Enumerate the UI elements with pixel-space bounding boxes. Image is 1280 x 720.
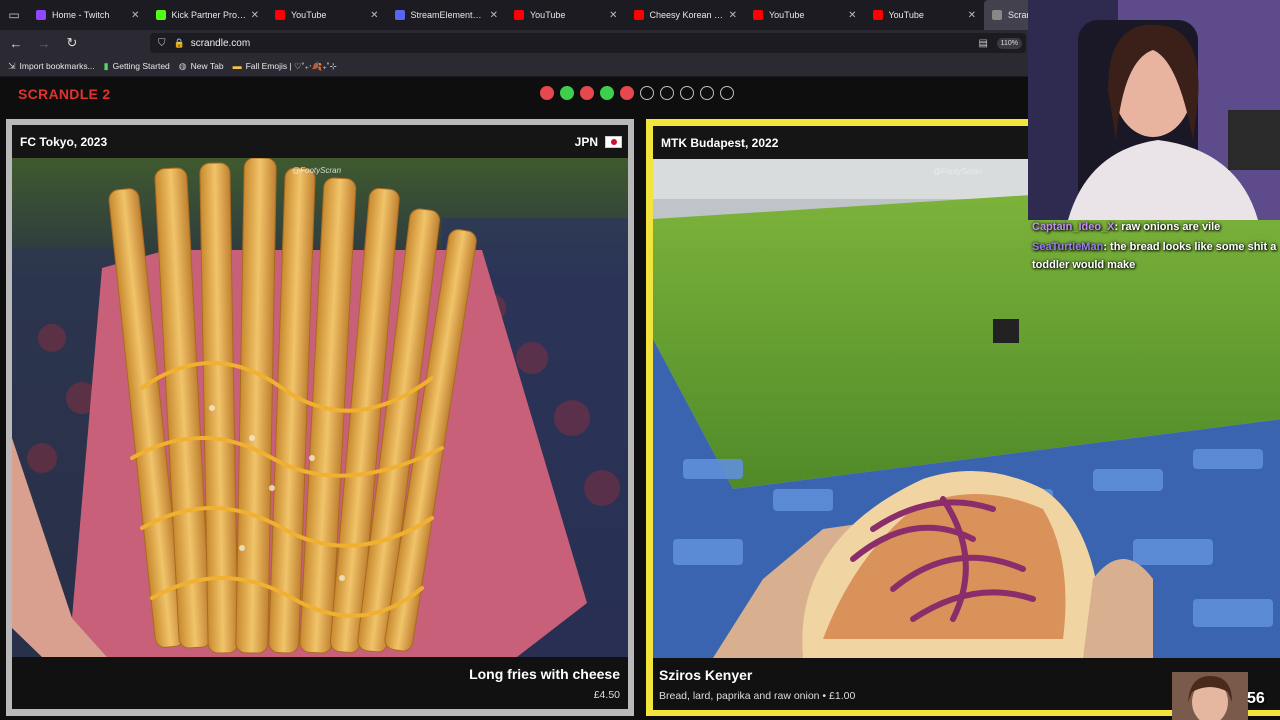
stream-chat: Captain_Ideo_X: raw onions are vile SeaT… bbox=[1032, 218, 1278, 276]
streamer-webcam bbox=[1028, 0, 1280, 220]
tab-label: Kick Partner Program - bbox=[171, 10, 247, 20]
tab-close-icon[interactable]: ✕ bbox=[370, 10, 378, 21]
zoom-indicator[interactable]: 110% bbox=[996, 37, 1022, 49]
chat-message: Captain_Ideo_X: raw onions are vile bbox=[1032, 221, 1221, 233]
dish-name: Long fries with cheese bbox=[469, 666, 620, 682]
card-footer: Long fries with cheese £4.50 bbox=[12, 657, 628, 709]
import-icon: ⇲ bbox=[8, 60, 16, 71]
browser-tab[interactable]: StreamElements - My c ✕ bbox=[387, 0, 507, 30]
tab-favicon-icon bbox=[872, 10, 883, 20]
tab-close-icon[interactable]: ✕ bbox=[968, 10, 976, 21]
tab-list-icon[interactable]: ▭ bbox=[0, 0, 28, 30]
chat-username: SeaTurtleMan bbox=[1032, 241, 1104, 253]
chat-text: raw onions are vile bbox=[1121, 221, 1221, 233]
tab-close-icon[interactable]: ✕ bbox=[609, 10, 617, 21]
tab-favicon-icon bbox=[753, 10, 763, 20]
dish-name: Sziros Kenyer bbox=[659, 667, 753, 683]
food-photo-fries[interactable]: @FootyScran bbox=[12, 158, 628, 657]
scrandle-logo[interactable]: SCRANDLE 2 bbox=[18, 86, 110, 102]
progress-dot-empty bbox=[640, 86, 654, 100]
progress-dot-empty bbox=[720, 86, 734, 100]
bookmark-label: New Tab bbox=[190, 61, 224, 71]
browser-tab[interactable]: Kick Partner Program - ✕ bbox=[148, 0, 268, 30]
progress-dot-green bbox=[560, 86, 574, 100]
tab-favicon-icon bbox=[514, 10, 524, 20]
folder-icon: ▬ bbox=[232, 61, 242, 71]
back-icon[interactable]: ← bbox=[4, 31, 28, 55]
lock-icon[interactable]: 🔒 bbox=[174, 38, 185, 49]
chat-username: Captain_Ideo_X bbox=[1032, 221, 1115, 233]
tab-label: Cheesy Korean Egg Toa bbox=[649, 10, 725, 20]
progress-dots bbox=[540, 86, 734, 100]
card-location: FC Tokyo, 2023 bbox=[20, 135, 108, 149]
mini-webcam bbox=[1172, 672, 1248, 720]
tab-label: YouTube bbox=[769, 10, 805, 20]
address-bar[interactable]: ⛉ 🔒 scrandle.com ▤ 110% bbox=[150, 33, 1026, 53]
progress-dot-empty bbox=[660, 86, 674, 100]
browser-tab[interactable]: Cheesy Korean Egg Toa ✕ bbox=[626, 0, 746, 30]
japan-flag-icon bbox=[605, 136, 622, 148]
card-header: FC Tokyo, 2023 JPN bbox=[12, 125, 628, 158]
progress-dot-red bbox=[580, 86, 594, 100]
bookmark-fall-emojis[interactable]: ▬ Fall Emojis | ♡˚₊‧🍂₊˚⊹ bbox=[233, 61, 337, 72]
progress-dot-empty bbox=[700, 86, 714, 100]
tab-favicon-icon bbox=[155, 10, 166, 20]
bookmark-label: Getting Started bbox=[112, 61, 170, 71]
getting-started-icon: ▮ bbox=[103, 60, 109, 71]
progress-dot-red bbox=[540, 86, 554, 100]
tab-label: YouTube bbox=[888, 10, 924, 20]
globe-icon: ◍ bbox=[178, 60, 187, 71]
tab-close-icon[interactable]: ✕ bbox=[131, 10, 139, 21]
tab-label: YouTube bbox=[291, 10, 327, 20]
forward-icon[interactable]: → bbox=[32, 31, 56, 55]
url-text[interactable]: scrandle.com bbox=[191, 38, 250, 49]
browser-tab[interactable]: YouTube ✕ bbox=[745, 0, 865, 30]
progress-dot-empty bbox=[680, 86, 694, 100]
browser-tab[interactable]: YouTube ✕ bbox=[267, 0, 387, 30]
tab-favicon-icon bbox=[992, 10, 1002, 20]
tab-favicon-icon bbox=[633, 10, 644, 20]
reader-view-icon[interactable]: ▤ bbox=[979, 38, 988, 49]
tab-close-icon[interactable]: ✕ bbox=[848, 10, 856, 21]
progress-dot-green bbox=[600, 86, 614, 100]
tab-favicon-icon bbox=[275, 10, 285, 20]
reload-icon[interactable]: ↻ bbox=[60, 31, 84, 55]
tab-favicon-icon bbox=[36, 10, 46, 20]
photo-credit: @FootyScran bbox=[292, 166, 342, 175]
bookmark-new-tab[interactable]: ◍ New Tab bbox=[179, 61, 224, 72]
food-card-left[interactable]: FC Tokyo, 2023 JPN @FootyScran Long frie… bbox=[6, 119, 634, 716]
mini-webcam-graphic bbox=[1172, 672, 1248, 720]
progress-dot-red bbox=[620, 86, 634, 100]
tab-close-icon[interactable]: ✕ bbox=[729, 10, 737, 21]
bookmark-import[interactable]: ⇲ Import bookmarks... bbox=[8, 61, 95, 72]
tab-close-icon[interactable]: ✕ bbox=[251, 10, 259, 21]
shield-icon[interactable]: ⛉ bbox=[158, 38, 166, 49]
bookmark-label: Fall Emojis | ♡˚₊‧🍂₊˚⊹ bbox=[245, 60, 337, 71]
card-location: MTK Budapest, 2022 bbox=[661, 136, 779, 150]
dish-description: Bread, lard, paprika and raw onion • £1.… bbox=[659, 690, 856, 702]
dish-price: £4.50 bbox=[593, 689, 620, 701]
chat-message: SeaTurtleMan: the bread looks like some … bbox=[1032, 241, 1277, 271]
tab-label: StreamElements - My c bbox=[410, 10, 486, 20]
photo-credit: @FootyScran bbox=[933, 167, 983, 176]
browser-tab[interactable]: YouTube ✕ bbox=[506, 0, 626, 30]
browser-tab[interactable]: YouTube ✕ bbox=[865, 0, 985, 30]
bookmark-getting-started[interactable]: ▮ Getting Started bbox=[104, 61, 170, 72]
tab-close-icon[interactable]: ✕ bbox=[490, 10, 498, 21]
fries-photo-graphic bbox=[12, 158, 628, 657]
browser-tab[interactable]: Home - Twitch ✕ bbox=[28, 0, 148, 30]
viewer-counter: 56 bbox=[1247, 690, 1265, 707]
card-country: JPN bbox=[574, 135, 598, 149]
tab-label: YouTube bbox=[530, 10, 566, 20]
tab-label: Home - Twitch bbox=[52, 10, 110, 20]
tab-favicon-icon bbox=[394, 10, 405, 20]
bookmark-label: Import bookmarks... bbox=[19, 61, 95, 71]
webcam-graphic bbox=[1028, 0, 1280, 220]
